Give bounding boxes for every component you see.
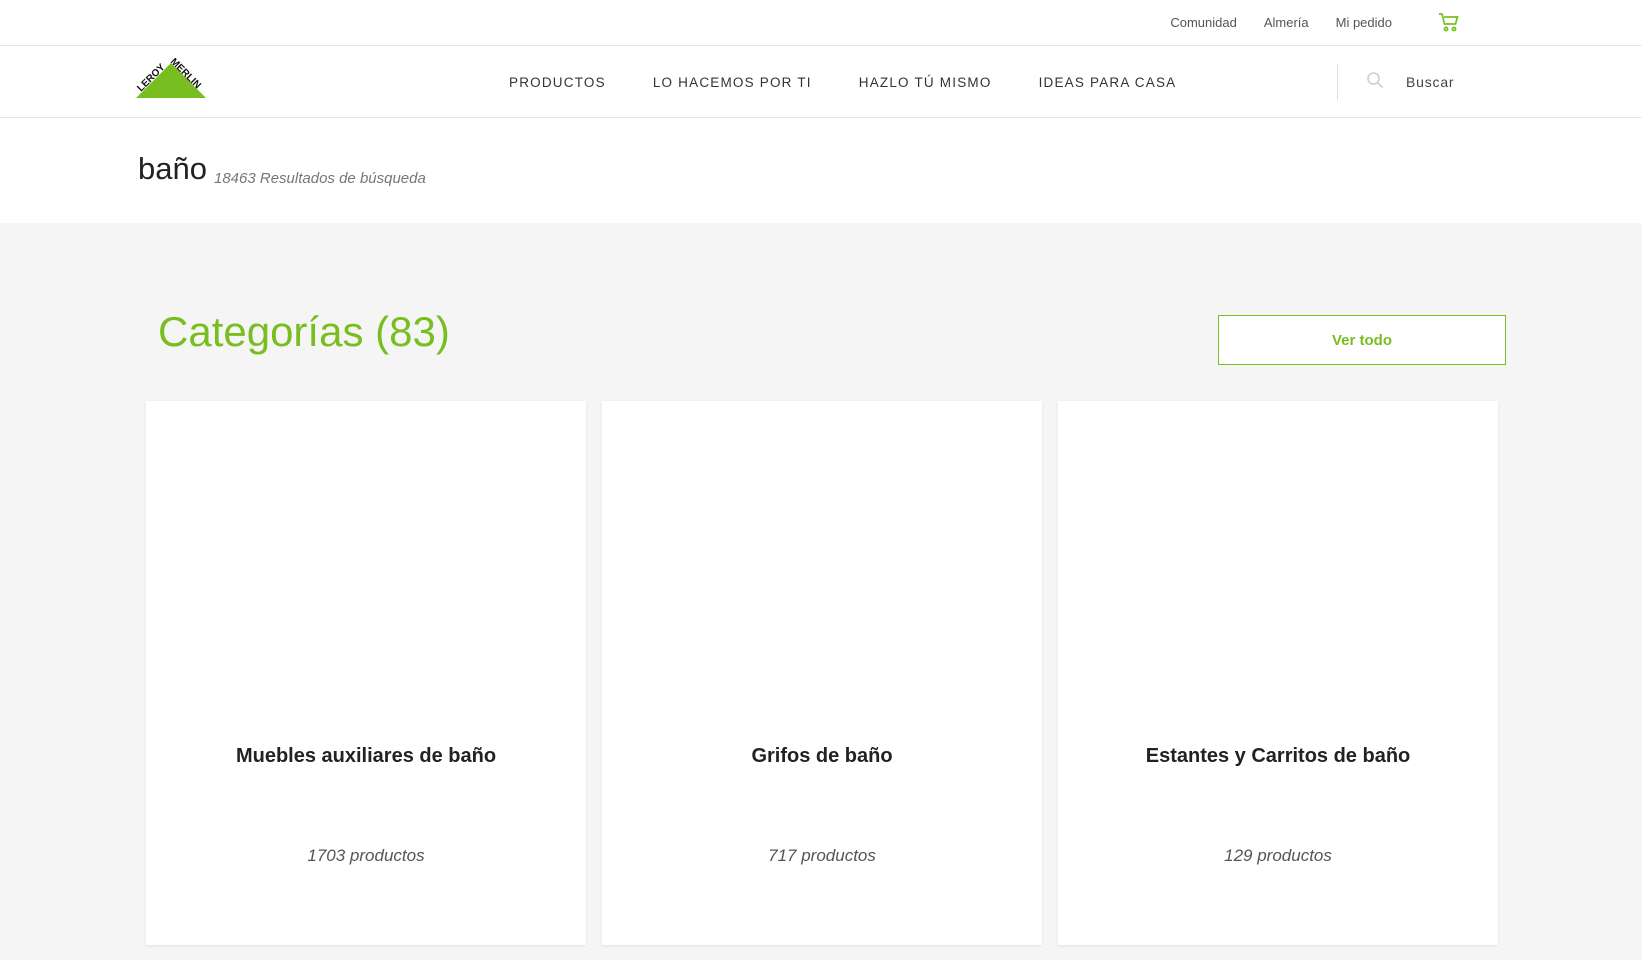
category-name: Grifos de baño [751,745,893,767]
nav-lo-hacemos-por-ti[interactable]: LO HACEMOS POR TI [653,75,812,90]
link-store-almeria[interactable]: Almería [1264,15,1309,30]
cart-icon[interactable] [1437,10,1461,34]
search-icon[interactable] [1366,71,1384,94]
category-image [1058,401,1498,731]
main-header: LEROY MERLIN PRODUCTOS LO HACEMOS POR TI… [0,46,1642,118]
category-count: 129 productos [1224,846,1332,865]
search-label[interactable]: Buscar [1406,74,1454,90]
nav-hazlo-tu-mismo[interactable]: HAZLO TÚ MISMO [859,75,992,90]
search-results-heading: baño 18463 Resultados de búsqueda [0,118,1642,223]
category-cards: Muebles auxiliares de baño 1703 producto… [146,401,1498,945]
category-card[interactable]: Grifos de baño 717 productos [602,401,1042,945]
header-divider [1337,64,1338,100]
link-mi-pedido[interactable]: Mi pedido [1336,15,1392,30]
category-name: Muebles auxiliares de baño [235,745,497,767]
nav-ideas-para-casa[interactable]: IDEAS PARA CASA [1039,75,1177,90]
search-results-count: 18463 Resultados de búsqueda [214,170,426,187]
leroy-merlin-logo[interactable]: LEROY MERLIN [135,56,206,108]
category-card[interactable]: Muebles auxiliares de baño 1703 producto… [146,401,586,945]
categories-section: Categorías (83) Ver todo Muebles auxilia… [0,223,1642,960]
top-utility-bar: Comunidad Almería Mi pedido [0,0,1642,46]
utility-links: Comunidad Almería Mi pedido [1170,0,1392,45]
nav-productos[interactable]: PRODUCTOS [509,75,606,90]
category-image [146,401,586,731]
category-image [602,401,1042,731]
search-trigger[interactable]: Buscar [1366,46,1454,118]
category-name: Estantes y Carritos de baño [1145,745,1411,767]
view-all-button[interactable]: Ver todo [1218,315,1506,365]
category-card[interactable]: Estantes y Carritos de baño 129 producto… [1058,401,1498,945]
main-navigation: PRODUCTOS LO HACEMOS POR TI HAZLO TÚ MIS… [509,46,1176,118]
category-count: 717 productos [768,846,876,865]
search-term: baño [138,151,207,186]
link-comunidad[interactable]: Comunidad [1170,15,1237,30]
categories-title: Categorías (83) [158,308,450,355]
category-count: 1703 productos [307,846,425,865]
